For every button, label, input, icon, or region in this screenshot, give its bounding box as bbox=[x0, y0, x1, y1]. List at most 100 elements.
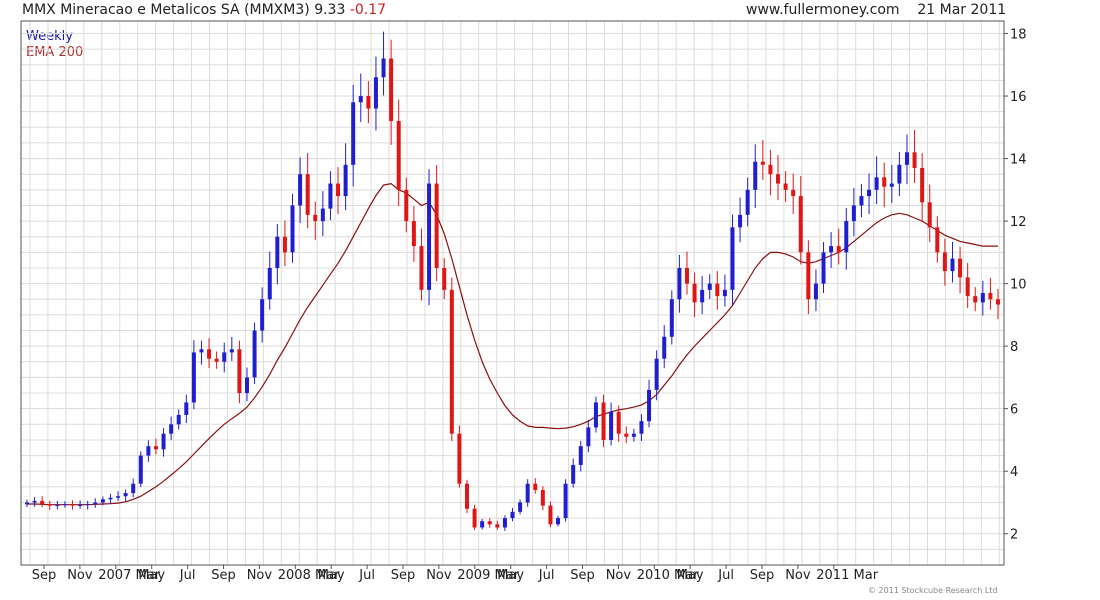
candle-body bbox=[442, 267, 447, 290]
candle-body bbox=[510, 511, 515, 519]
candle-body bbox=[882, 177, 887, 187]
candle-body bbox=[874, 177, 879, 190]
candle-body bbox=[427, 183, 432, 290]
candle-body bbox=[563, 483, 568, 519]
candle-body bbox=[358, 96, 363, 103]
y-tick-label: 4 bbox=[1010, 465, 1018, 480]
candle-body bbox=[298, 174, 303, 206]
candle-body bbox=[616, 411, 621, 434]
candle-body bbox=[639, 421, 644, 434]
candle-body bbox=[169, 424, 174, 434]
candle-body bbox=[480, 521, 485, 528]
candle-body bbox=[336, 183, 341, 197]
candle-body bbox=[396, 121, 401, 190]
candle-body bbox=[593, 402, 598, 428]
candle-body bbox=[191, 352, 196, 403]
candle-body bbox=[950, 258, 955, 272]
candle-body bbox=[654, 358, 659, 390]
candle-body bbox=[229, 349, 234, 353]
candle-body bbox=[631, 433, 636, 437]
candle-body bbox=[93, 502, 98, 505]
candle-body bbox=[776, 174, 781, 184]
candle-body bbox=[518, 502, 523, 512]
candle-body bbox=[958, 258, 963, 278]
candle-body bbox=[844, 221, 849, 253]
x-tick-label: Sep bbox=[570, 568, 595, 583]
candle-body bbox=[78, 504, 83, 506]
candle-body bbox=[267, 267, 272, 300]
candle-body bbox=[290, 205, 295, 253]
x-tick-label: Sep bbox=[750, 568, 775, 583]
x-tick-label: 2008 bbox=[278, 568, 311, 583]
grid-lines bbox=[21, 21, 1004, 565]
x-tick-label: 2007 bbox=[98, 568, 131, 583]
candle-body bbox=[244, 377, 249, 394]
candle-body bbox=[404, 189, 409, 222]
candle-body bbox=[108, 497, 113, 500]
ema-200-line bbox=[27, 182, 998, 506]
candle-body bbox=[965, 277, 970, 297]
candle-body bbox=[988, 293, 993, 300]
candle-body bbox=[548, 505, 553, 525]
y-tick-label: 14 bbox=[1010, 153, 1027, 168]
price-chart: 2 4 6 8 10 12 14 16 18 Sep Nov 2007 Mar May Jul Sep Nov… bbox=[20, 20, 1027, 583]
candle-body bbox=[912, 152, 917, 168]
candle-body bbox=[184, 402, 189, 415]
candle-body bbox=[472, 508, 477, 528]
candle-body bbox=[920, 167, 925, 203]
candle-body bbox=[662, 336, 667, 359]
x-tick-label: May bbox=[318, 568, 345, 583]
candle-body bbox=[829, 246, 834, 253]
candle-body bbox=[161, 433, 166, 450]
y-tick-label: 16 bbox=[1010, 90, 1027, 105]
candle-body bbox=[343, 164, 348, 197]
candle-body bbox=[449, 289, 454, 434]
candle-body bbox=[495, 524, 500, 528]
candle-body bbox=[366, 96, 371, 109]
copyright-note: © 2011 Stockcube Research Ltd bbox=[868, 586, 998, 595]
x-tick-label: Nov bbox=[67, 568, 93, 583]
candle-body bbox=[707, 283, 712, 290]
candle-body bbox=[730, 227, 735, 290]
candle-body bbox=[207, 349, 212, 359]
y-tick-label: 6 bbox=[1010, 403, 1018, 418]
candle-body bbox=[980, 293, 985, 303]
y-tick-label: 2 bbox=[1010, 528, 1018, 543]
candle-body bbox=[260, 299, 265, 331]
candle-body bbox=[533, 483, 538, 490]
plot-frame bbox=[20, 20, 1005, 566]
candle-body bbox=[237, 349, 242, 394]
candle-body bbox=[745, 189, 750, 215]
x-tick-label: May bbox=[138, 568, 165, 583]
candle-body bbox=[313, 214, 318, 222]
x-tick-label: Jul bbox=[358, 568, 375, 583]
x-tick-label: Mar bbox=[854, 568, 879, 583]
x-tick-label: 2010 bbox=[637, 568, 670, 583]
candle-body bbox=[40, 500, 45, 505]
candle-body bbox=[100, 499, 105, 503]
candle-body bbox=[571, 464, 576, 484]
candle-body bbox=[55, 504, 60, 506]
candle-body bbox=[942, 252, 947, 272]
candle-body bbox=[153, 446, 158, 450]
candle-body bbox=[578, 446, 583, 465]
candle-body bbox=[821, 252, 826, 284]
y-tick-label: 12 bbox=[1010, 215, 1027, 230]
candle-body bbox=[669, 299, 674, 337]
candle-body bbox=[464, 483, 469, 509]
candle-body bbox=[715, 283, 720, 297]
x-tick-label: Nov bbox=[606, 568, 632, 583]
candle-body bbox=[282, 236, 287, 253]
candle-body bbox=[806, 252, 811, 300]
candle-body bbox=[502, 518, 507, 528]
candle-body bbox=[798, 196, 803, 253]
candle-body bbox=[624, 433, 629, 437]
candle-body bbox=[434, 183, 439, 268]
candle-body bbox=[783, 183, 788, 190]
x-tick-label: May bbox=[677, 568, 704, 583]
x-tick-label: Jul bbox=[717, 568, 734, 583]
candle-body bbox=[904, 152, 909, 165]
candle-body bbox=[131, 483, 136, 494]
candle-body bbox=[692, 283, 697, 303]
candle-body bbox=[176, 414, 181, 425]
